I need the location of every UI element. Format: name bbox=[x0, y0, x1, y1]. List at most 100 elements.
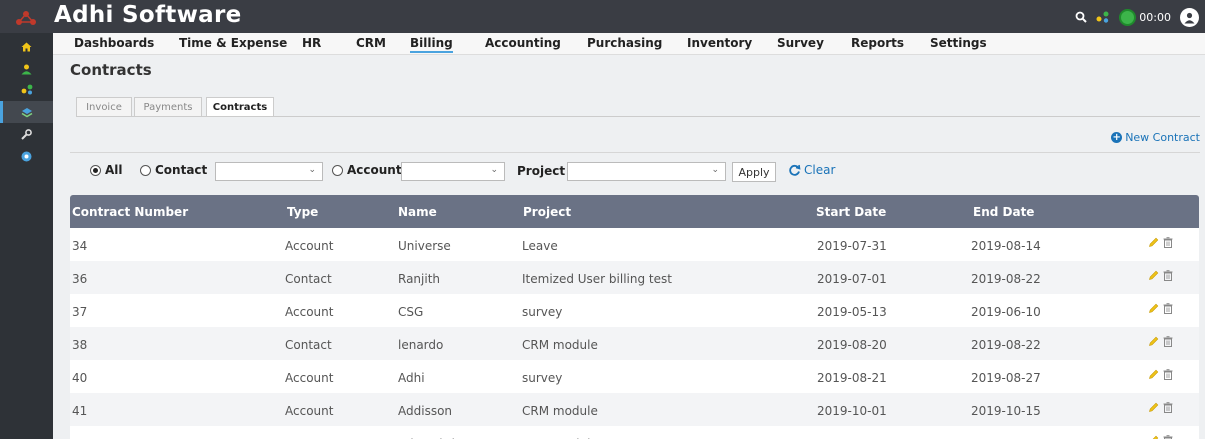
nav-crm[interactable]: CRM bbox=[356, 36, 386, 50]
layers-icon bbox=[21, 107, 32, 117]
table-row[interactable]: 34 Account Universe Leave 2019-07-31 2019-08-… bbox=[70, 228, 1199, 261]
row-actions bbox=[1148, 369, 1173, 380]
cell-start-date: 2019-08-20 bbox=[817, 338, 887, 352]
nav-time-expense[interactable]: Time & Expense bbox=[179, 36, 287, 50]
edit-icon[interactable] bbox=[1148, 336, 1159, 347]
sidebar-item-share[interactable] bbox=[0, 78, 53, 100]
row-actions bbox=[1148, 435, 1173, 439]
timer-icon bbox=[1119, 8, 1137, 26]
nav-reports[interactable]: Reports bbox=[851, 36, 904, 50]
user-icon bbox=[21, 64, 32, 74]
search-icon[interactable] bbox=[1075, 11, 1088, 23]
delete-icon[interactable] bbox=[1163, 270, 1173, 281]
col-start-date[interactable]: Start Date bbox=[816, 205, 886, 219]
table-row[interactable]: 42AccountAdaxa ltdCRM module2019-10-0920… bbox=[70, 426, 1199, 439]
project-select[interactable]: ⌄ bbox=[567, 162, 726, 181]
delete-icon[interactable] bbox=[1163, 336, 1173, 347]
sidebar-item-billing[interactable] bbox=[0, 101, 53, 123]
nav-settings[interactable]: Settings bbox=[930, 36, 987, 50]
tab-divider bbox=[76, 116, 1200, 117]
help-icon bbox=[21, 151, 32, 161]
delete-icon[interactable] bbox=[1163, 402, 1173, 413]
clear-button[interactable]: Clear bbox=[788, 163, 835, 177]
new-contract-button[interactable]: + New Contract bbox=[1111, 131, 1200, 144]
delete-icon[interactable] bbox=[1163, 237, 1173, 248]
edit-icon[interactable] bbox=[1148, 270, 1159, 281]
cell-contract-number: 41 bbox=[72, 404, 88, 418]
home-icon bbox=[21, 42, 32, 52]
table-row[interactable]: 41 Account Addisson CRM module 2019-10-01 201… bbox=[70, 393, 1199, 426]
edit-icon[interactable] bbox=[1148, 435, 1159, 439]
cell-end-date: 2019-08-22 bbox=[971, 272, 1041, 286]
contracts-table: Contract Number Type Name Project Start … bbox=[70, 195, 1199, 439]
cell-end-date: 2019-08-22 bbox=[971, 338, 1041, 352]
cell-project: Leave bbox=[522, 239, 558, 253]
chevron-down-icon: ⌄ bbox=[711, 165, 719, 175]
edit-icon[interactable] bbox=[1148, 402, 1159, 413]
table-body: 34 Account Universe Leave 2019-07-31 2019-08-… bbox=[70, 228, 1199, 439]
radio-all-control[interactable] bbox=[90, 164, 101, 176]
cell-project: CRM module bbox=[522, 338, 598, 352]
edit-icon[interactable] bbox=[1148, 303, 1159, 314]
radio-contact-label: Contact bbox=[155, 163, 208, 177]
col-contract-number[interactable]: Contract Number bbox=[72, 205, 188, 219]
app-title: Adhi Software bbox=[54, 2, 242, 28]
nav-billing[interactable]: Billing bbox=[410, 36, 453, 53]
cell-contract-number: 37 bbox=[72, 305, 88, 319]
col-end-date[interactable]: End Date bbox=[973, 205, 1034, 219]
cell-project: survey bbox=[522, 371, 563, 385]
refresh-icon bbox=[789, 164, 801, 176]
radio-contact[interactable]: Contact bbox=[140, 163, 207, 177]
nav-inventory[interactable]: Inventory bbox=[687, 36, 752, 50]
cell-contract-number: 34 bbox=[72, 239, 88, 253]
cell-start-date: 2019-08-21 bbox=[817, 371, 887, 385]
cell-name: Adhi bbox=[398, 371, 425, 385]
cell-start-date: 2019-07-01 bbox=[817, 272, 887, 286]
delete-icon[interactable] bbox=[1163, 369, 1173, 380]
nav-survey[interactable]: Survey bbox=[777, 36, 824, 50]
sidebar-item-settings[interactable] bbox=[0, 123, 53, 145]
table-row[interactable]: 38 Contact lenardo CRM module 2019-08-20 2019… bbox=[70, 327, 1199, 360]
col-project[interactable]: Project bbox=[523, 205, 571, 219]
row-actions bbox=[1148, 402, 1173, 413]
cell-name: Ranjith bbox=[398, 272, 441, 286]
delete-icon[interactable] bbox=[1163, 435, 1173, 439]
sidebar-item-help[interactable] bbox=[0, 145, 53, 167]
user-avatar-icon[interactable] bbox=[1180, 7, 1199, 27]
edit-icon[interactable] bbox=[1148, 369, 1159, 380]
timer[interactable]: 00:00 bbox=[1119, 8, 1171, 26]
delete-icon[interactable] bbox=[1163, 303, 1173, 314]
cell-start-date: 2019-10-01 bbox=[817, 404, 887, 418]
tab-invoice[interactable]: Invoice bbox=[76, 97, 132, 117]
sidebar-item-home[interactable] bbox=[0, 36, 53, 58]
nav-dashboards[interactable]: Dashboards bbox=[74, 36, 154, 50]
apply-button[interactable]: Apply bbox=[732, 162, 776, 182]
table-row[interactable]: 37 Account CSG survey 2019-05-13 2019-06-10 bbox=[70, 294, 1199, 327]
chevron-down-icon: ⌄ bbox=[490, 165, 498, 175]
cell-end-date: 2019-06-10 bbox=[971, 305, 1041, 319]
page-title: Contracts bbox=[70, 61, 152, 79]
radio-account-control[interactable] bbox=[332, 164, 343, 176]
nav-hr[interactable]: HR bbox=[302, 36, 321, 50]
nav-accounting[interactable]: Accounting bbox=[485, 36, 561, 50]
tab-payments[interactable]: Payments bbox=[134, 97, 202, 117]
nav-purchasing[interactable]: Purchasing bbox=[587, 36, 662, 50]
tab-contracts[interactable]: Contracts bbox=[206, 97, 274, 117]
sidebar-item-users[interactable] bbox=[0, 58, 53, 80]
cell-project: Itemized User billing test bbox=[522, 272, 672, 286]
contact-select[interactable]: ⌄ bbox=[215, 162, 323, 181]
col-name[interactable]: Name bbox=[398, 205, 437, 219]
radio-all[interactable]: All bbox=[90, 163, 123, 177]
cell-type: Contact bbox=[285, 272, 332, 286]
col-type[interactable]: Type bbox=[287, 205, 318, 219]
cell-project: CRM module bbox=[522, 404, 598, 418]
table-row[interactable]: 40 Account Adhi survey 2019-08-21 2019-08-27 bbox=[70, 360, 1199, 393]
table-row[interactable]: 36 Contact Ranjith Itemized User billing te… bbox=[70, 261, 1199, 294]
edit-icon[interactable] bbox=[1148, 237, 1159, 248]
share-icon[interactable] bbox=[1096, 11, 1110, 23]
cell-contract-number: 40 bbox=[72, 371, 88, 385]
radio-contact-control[interactable] bbox=[140, 164, 151, 176]
account-select[interactable]: ⌄ bbox=[401, 162, 505, 181]
timer-value: 00:00 bbox=[1139, 10, 1171, 24]
radio-account[interactable]: Account bbox=[332, 163, 402, 177]
